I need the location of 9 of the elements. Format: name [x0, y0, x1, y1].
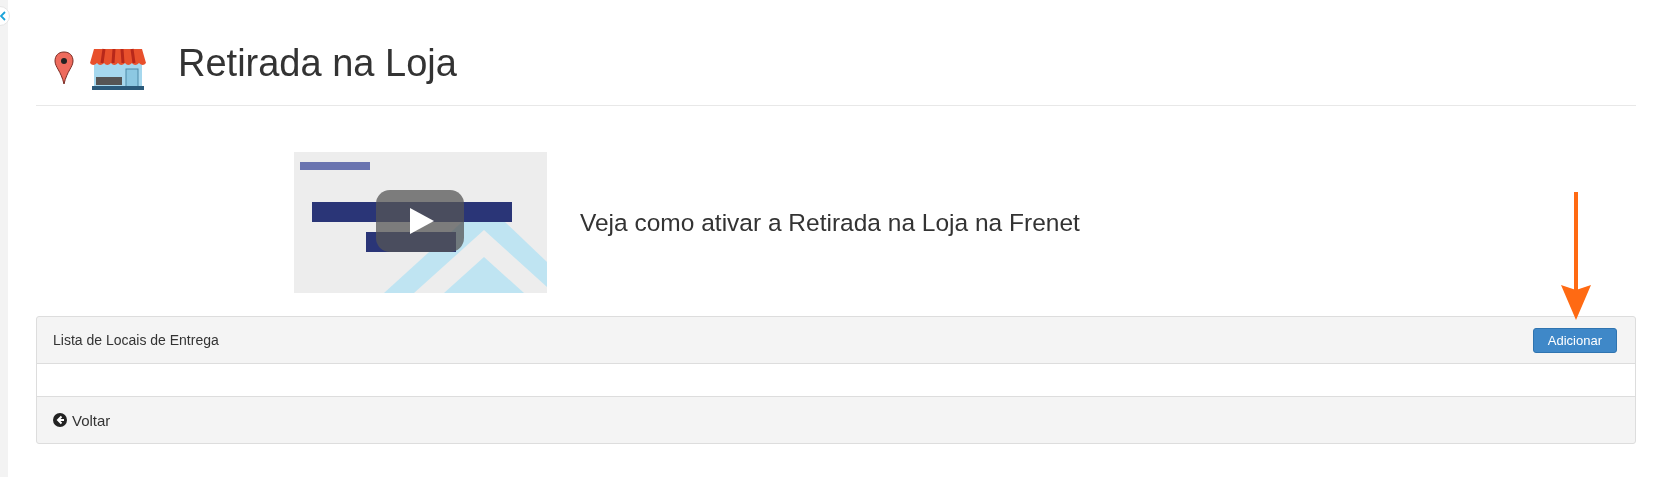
- add-button[interactable]: Adicionar: [1532, 327, 1617, 353]
- map-pin-icon: [54, 50, 74, 85]
- video-caption: Veja como ativar a Retirada na Loja na Frenet: [580, 208, 1080, 237]
- panel-heading: Lista de Locais de Entrega: [53, 332, 219, 348]
- back-link[interactable]: Voltar: [53, 411, 111, 429]
- chevron-left-icon: [0, 11, 7, 21]
- circle-arrow-left-icon: [53, 413, 67, 427]
- storefront-icon: [90, 46, 146, 91]
- page-title: Retirada na Loja: [178, 42, 457, 85]
